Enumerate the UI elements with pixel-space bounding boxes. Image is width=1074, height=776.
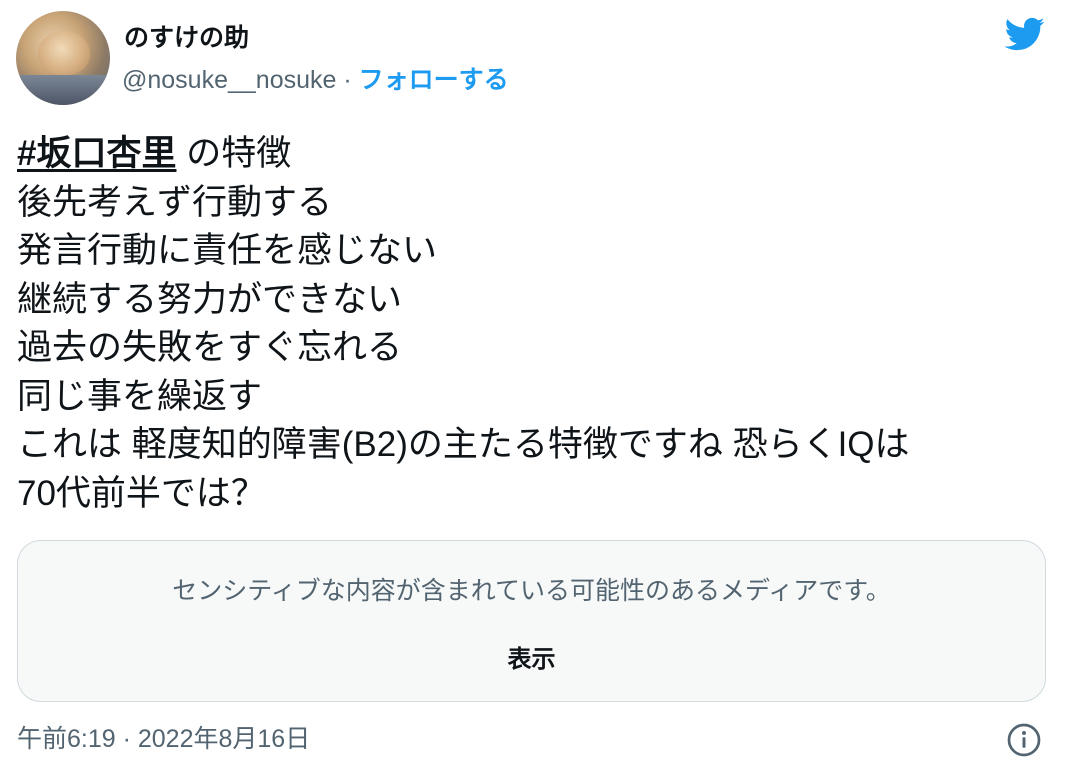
tweet-text: #坂口杏里 の特徴 後先考えず行動する 発言行動に責任を感じない 継続する努力が… [17, 130, 1057, 518]
tweet-line: 同じ事を繰返す [17, 376, 263, 416]
tweet-line: 発言行動に責任を感じない [17, 231, 438, 270]
avatar-blanket-image [16, 75, 110, 105]
separator-text: · [343, 66, 352, 94]
author-handle[interactable]: @nosuke__nosuke [122, 66, 336, 94]
show-media-button[interactable]: 表示 [18, 644, 1045, 676]
tweet-line: 70代前半では？ [17, 473, 266, 513]
tweet-line: 後先考えず行動する [17, 182, 333, 222]
tweet-line-1-rest: の特徴 [176, 134, 292, 173]
twitter-bird-icon[interactable] [1000, 13, 1048, 55]
embedded-tweet: のすけの助 @nosuke__nosuke · フォローする #坂口杏里 の特徴… [0, 0, 1074, 776]
tweet-line: これは 軽度知的障害(B2)の主たる特徴ですね 恐らくIQは [17, 425, 910, 464]
hashtag-link[interactable]: #坂口杏里 [17, 134, 176, 173]
sensitive-media-warning: センシティブな内容が含まれている可能性のあるメディアです。 [172, 577, 891, 605]
avatar[interactable] [16, 11, 110, 105]
author-display-name[interactable]: のすけの助 [124, 22, 249, 54]
avatar-dog-image [38, 31, 90, 75]
sensitive-media-card: センシティブな内容が含まれている可能性のあるメディアです。 表示 [17, 540, 1046, 702]
info-icon[interactable] [1006, 722, 1042, 758]
tweet-line-1: #坂口杏里 の特徴 [17, 130, 1057, 179]
follow-button[interactable]: フォローする [359, 66, 509, 94]
tweet-timestamp[interactable]: 午前6:19 · 2022年8月16日 [17, 722, 310, 756]
author-handle-row: @nosuke__nosuke · フォローする [122, 63, 509, 97]
tweet-line: 継続する努力ができない [17, 279, 403, 319]
separator-dot: · [343, 66, 358, 94]
tweet-line: 過去の失敗をすぐ忘れる [17, 328, 403, 367]
